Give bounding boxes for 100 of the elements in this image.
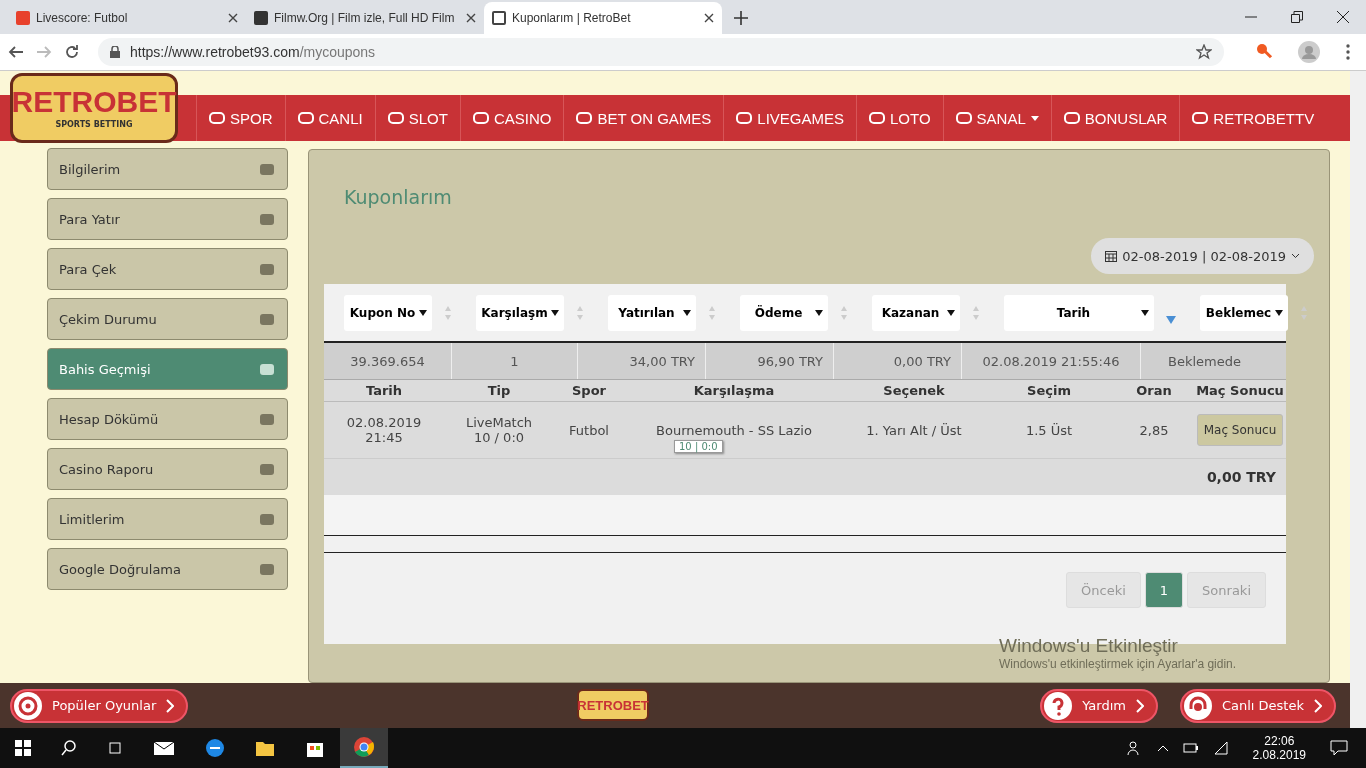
filter-select[interactable]: Ödeme [740, 294, 828, 331]
close-icon[interactable] [466, 13, 476, 23]
caret-icon [551, 309, 559, 316]
folder-icon[interactable] [255, 739, 275, 757]
filter-select[interactable]: Karşılaşm [476, 294, 564, 331]
roulette-icon [14, 691, 42, 720]
nav-link[interactable]: LIVEGAMES [723, 95, 857, 141]
search-icon[interactable] [61, 740, 77, 756]
address-bar[interactable]: https://www.retrobet93.com/mycoupons [98, 38, 1224, 66]
caret-icon [815, 309, 823, 316]
table-cell: Bournemouth - SS Lazio [656, 422, 812, 438]
popular-games-button[interactable]: Popüler Oyunlar [10, 688, 189, 723]
scrollbar[interactable] [1350, 71, 1366, 728]
sidebar-item[interactable]: Hesap Dökümü [47, 398, 288, 440]
sidebar-item[interactable]: Limitlerim [47, 498, 288, 540]
live-support-button[interactable]: Canlı Destek [1179, 688, 1336, 723]
caret-icon [419, 309, 427, 316]
chrome-icon[interactable] [353, 736, 375, 758]
help-icon [1044, 691, 1073, 720]
table-cell-text: Beklemede [1167, 352, 1242, 371]
help-button[interactable]: Yardım [1040, 688, 1158, 723]
chevron-right-icon [1135, 698, 1144, 713]
mail-icon[interactable] [153, 740, 175, 756]
filter-select[interactable]: Yatırılan [608, 294, 696, 331]
table-cell: 34,00 TRY [578, 343, 706, 379]
column-header: Seçim [1026, 382, 1072, 400]
filter-select[interactable]: Kupon No [344, 294, 432, 331]
close-icon[interactable] [704, 13, 714, 23]
sidebar-item[interactable]: Bahis Geçmişi [47, 348, 288, 390]
key-icon[interactable] [1256, 43, 1274, 61]
column-header: Tip [486, 382, 512, 400]
table-cell: 02.08.2019 21:55:46 [962, 343, 1141, 379]
nav-link[interactable]: SLOT [374, 95, 460, 141]
caret-icon [1275, 309, 1283, 316]
restore-icon[interactable] [1291, 11, 1303, 23]
favicon-icon [16, 11, 30, 25]
table-cell: Futbol [569, 422, 609, 438]
table-cell: 1 [452, 343, 578, 379]
sidebar-item[interactable]: Casino Raporu [47, 448, 288, 490]
nav-link[interactable]: SANAL [942, 95, 1051, 141]
headset-icon [1183, 691, 1212, 720]
column-header: Seçenek [882, 382, 946, 400]
close-icon[interactable] [228, 13, 238, 23]
caret-icon [683, 309, 691, 316]
column-header: Oran [1135, 382, 1173, 400]
favicon-icon [492, 11, 506, 25]
nav-link[interactable]: SPOR [196, 95, 285, 141]
sort-icon[interactable] [1166, 315, 1176, 324]
browser-tab[interactable]: Filmw.Org | Film izle, Full HD Film [246, 2, 484, 34]
calendar-icon [1105, 250, 1118, 262]
new-tab-icon[interactable] [734, 11, 748, 25]
column-header: Tarih [364, 382, 404, 400]
wifi-icon[interactable] [1212, 741, 1229, 755]
sidebar-item[interactable]: Bilgilerim [47, 148, 288, 190]
edge-icon[interactable] [205, 738, 225, 758]
page-title: Kuponlarım [344, 186, 453, 208]
table-cell: 1.5 Üst [1025, 422, 1073, 438]
browser-tab[interactable]: Livescore: Futbol [8, 2, 246, 34]
avatar-icon[interactable] [1298, 41, 1320, 63]
sidebar-item[interactable]: Para Çek [47, 248, 288, 290]
task-view-icon[interactable] [107, 740, 123, 756]
filter-select[interactable]: Beklemec [1200, 294, 1288, 331]
favicon-icon [254, 11, 268, 25]
nav-link[interactable]: CASINO [459, 95, 564, 141]
nav-link[interactable]: LOTO [856, 95, 943, 141]
table-cell-text: 1. Yarı Alt / Üst [865, 422, 963, 438]
table-cell-text: 02.08.2019 21:45 [345, 415, 423, 445]
table-cell: 96,90 TRY [706, 343, 834, 379]
column-header: Karşılaşma [692, 382, 776, 400]
notification-icon[interactable] [1330, 740, 1348, 756]
nav-link[interactable]: BONUSLAR [1050, 95, 1180, 141]
back-icon[interactable] [8, 44, 24, 60]
sidebar-item[interactable]: Para Yatır [47, 198, 288, 240]
reload-icon[interactable] [64, 44, 80, 60]
total-amount: 0,00 TRY [1206, 469, 1276, 485]
pagination-button[interactable]: 1 [1144, 572, 1184, 608]
table-cell: 0,00 TRY [834, 343, 962, 379]
windows-icon[interactable] [15, 740, 31, 756]
sidebar-item[interactable]: Çekim Durumu [47, 298, 288, 340]
filter-select[interactable]: Tarih [1004, 294, 1154, 331]
chevron-right-icon [166, 698, 175, 713]
sidebar-item[interactable]: Google Doğrulama [47, 548, 288, 590]
menu-icon[interactable] [1346, 44, 1350, 60]
match-result-button[interactable]: Maç Sonucu [1196, 414, 1284, 446]
date-range-button[interactable]: 02-08-2019 | 02-08-2019 [1091, 238, 1314, 274]
tooltip: 10 | 0:0 [674, 440, 723, 453]
clock-time[interactable]: 22:06 [1264, 734, 1295, 748]
star-icon[interactable] [1196, 44, 1212, 60]
browser-tab[interactable]: Kuponlarım | RetroBet [484, 2, 722, 34]
clock-date[interactable]: 2.08.2019 [1252, 748, 1306, 762]
battery-icon[interactable] [1182, 742, 1199, 754]
chevron-up-icon[interactable] [1156, 744, 1169, 752]
nav-link[interactable]: RETROBETTV [1179, 95, 1327, 141]
activation-text: Windows'u etkinleştirmek için Ayarlar'a gidin. [999, 657, 1237, 671]
filter-select[interactable]: Kazanan [872, 294, 960, 331]
caret-icon [947, 309, 955, 316]
table-cell-text: LiveMatch 10 / 0:0 [464, 415, 534, 445]
close-icon[interactable] [1337, 11, 1349, 23]
nav-link[interactable]: BET ON GAMES [563, 95, 724, 141]
nav-link[interactable]: CANLI [284, 95, 375, 141]
